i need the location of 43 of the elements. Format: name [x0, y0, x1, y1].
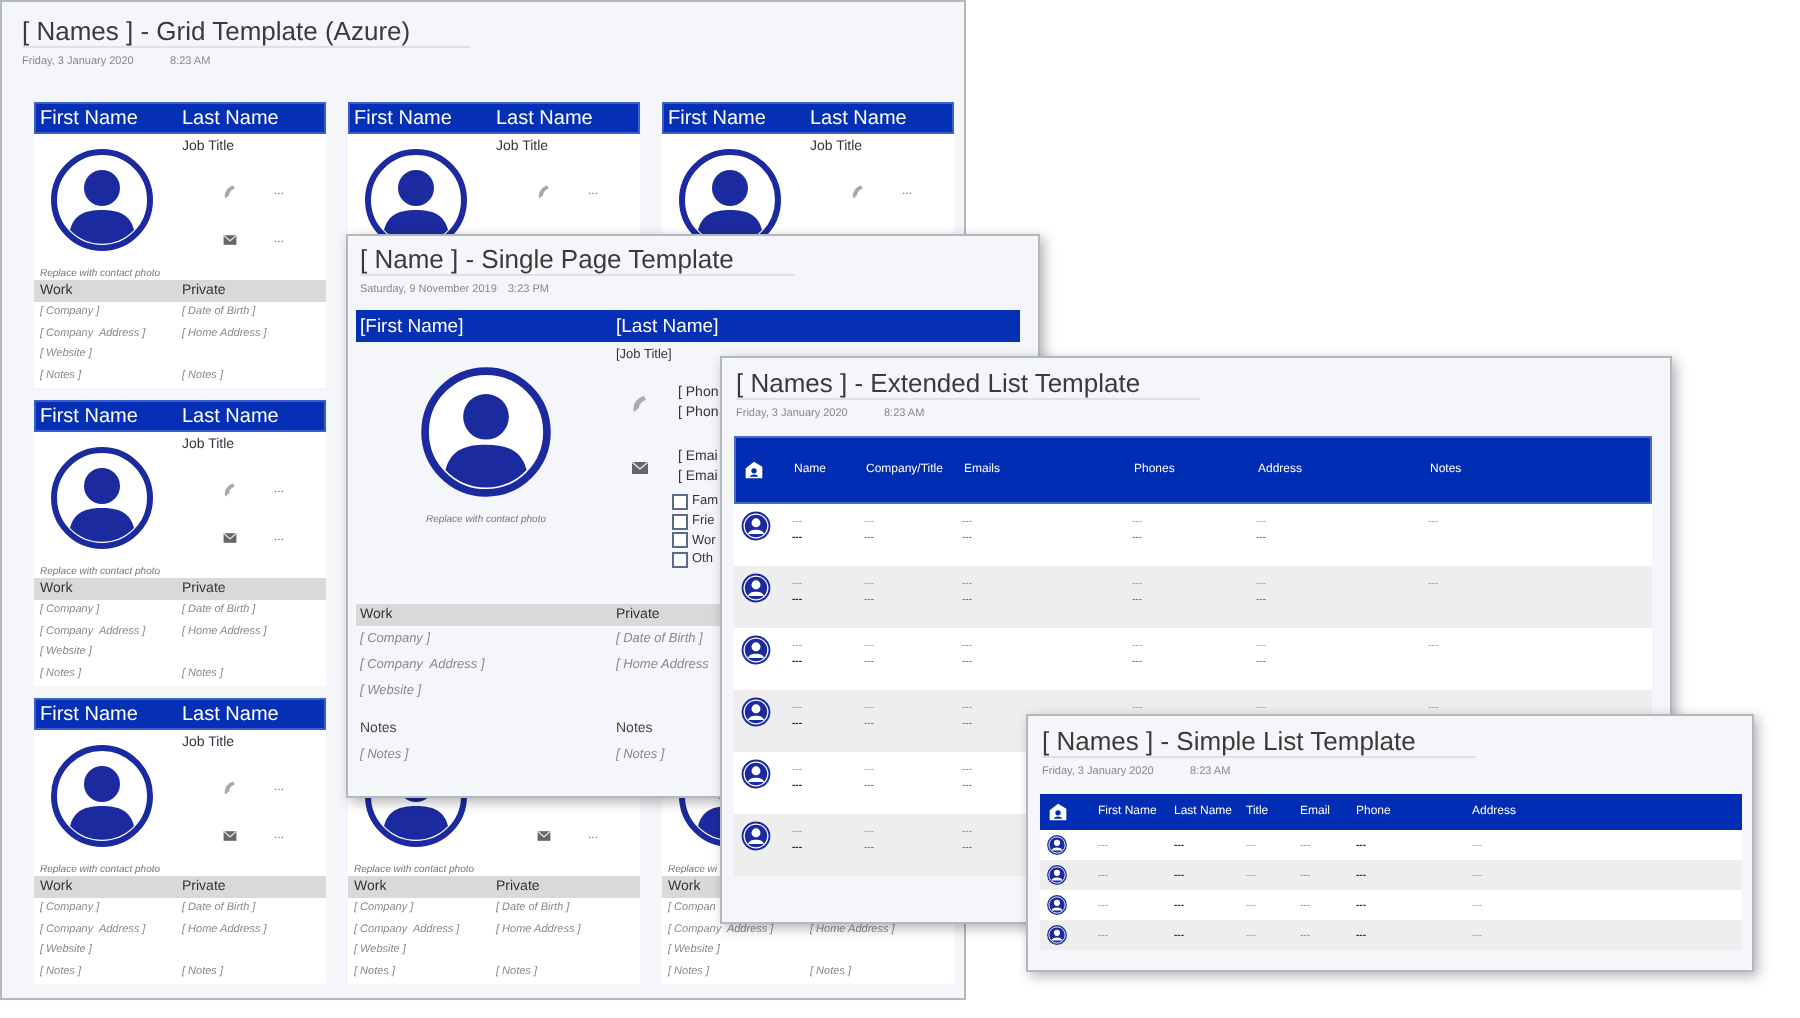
phone-icon: [222, 482, 238, 498]
last-name-label: Last Name: [182, 107, 279, 129]
contact-card-icon: [744, 460, 764, 480]
last-name-label: [Last Name]: [616, 315, 719, 337]
mail-icon: [536, 828, 552, 844]
window-title: [ Names ] - Grid Template (Azure): [22, 16, 471, 48]
first-name-label: First Name: [38, 405, 140, 427]
first-name-label: [First Name]: [358, 315, 466, 337]
avatar-icon: [50, 446, 154, 550]
avatar-icon: [50, 148, 154, 252]
first-name-label: First Name: [352, 107, 454, 129]
contact-card-icon: [1048, 802, 1068, 822]
mail-icon: [222, 530, 238, 546]
mail-icon: [222, 232, 238, 248]
avatar-icon: [420, 366, 552, 498]
phone-icon: [222, 780, 238, 796]
last-name-label: Last Name: [496, 107, 593, 129]
avatar-icon: [740, 634, 772, 666]
last-name-label: Last Name: [182, 405, 279, 427]
checkbox[interactable]: [672, 551, 688, 568]
phone-icon: [630, 394, 650, 414]
checkbox[interactable]: [672, 493, 688, 510]
last-name-label: Last Name: [182, 703, 279, 725]
first-name-label: First Name: [666, 107, 768, 129]
phone-icon: [536, 184, 552, 200]
window-title: [ Names ] - Simple List Template: [1042, 726, 1476, 758]
avatar-icon: [740, 696, 772, 728]
avatar-icon: [1046, 864, 1068, 886]
mail-icon: [630, 458, 650, 478]
window-title: [ Names ] - Extended List Template: [736, 368, 1201, 400]
first-name-label: First Name: [38, 107, 140, 129]
last-name-label: Last Name: [810, 107, 907, 129]
avatar-icon: [1046, 924, 1068, 946]
phone-icon: [222, 184, 238, 200]
avatar-icon: [740, 510, 772, 542]
phone-icon: [850, 184, 866, 200]
checkbox[interactable]: [672, 513, 688, 530]
avatar-icon: [50, 744, 154, 848]
first-name-label: First Name: [38, 703, 140, 725]
mail-icon: [222, 828, 238, 844]
avatar-icon: [740, 572, 772, 604]
checkbox[interactable]: [672, 532, 688, 549]
window-title: [ Name ] - Single Page Template: [360, 244, 794, 276]
